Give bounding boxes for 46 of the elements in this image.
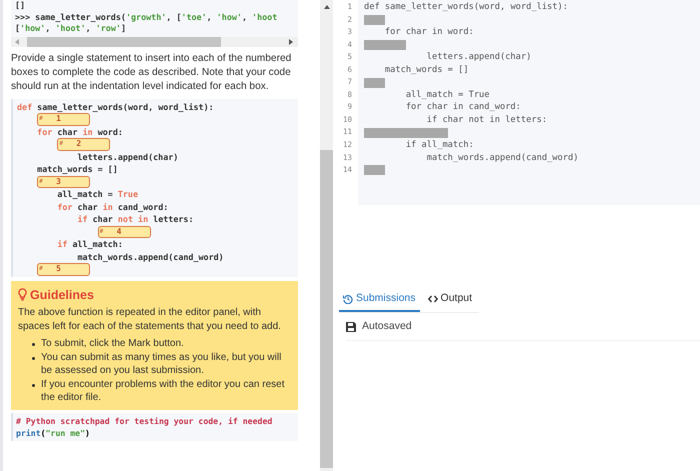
bullet-icon xyxy=(32,343,35,346)
code-line: match_words = [] xyxy=(37,163,118,176)
code-line: ['how', 'hoot', 'row'] xyxy=(15,23,126,34)
code-line: letters.append(char) xyxy=(78,150,178,163)
code-line: if char not in letters: xyxy=(426,114,548,126)
bullet-icon xyxy=(32,384,35,387)
code-line: letters.append(char) xyxy=(426,51,532,64)
blank-line-highlight xyxy=(364,165,385,176)
code-icon xyxy=(428,294,438,303)
lightbulb-icon xyxy=(18,288,27,302)
code-line: all_match = True xyxy=(57,188,138,200)
scroll-up-icon xyxy=(324,5,330,9)
code-line: match_words.append(cand_word) xyxy=(78,250,224,263)
horizontal-scrollbar[interactable] xyxy=(11,36,298,46)
code-line: if char not in letters: xyxy=(78,213,194,226)
code-line: def same_letter_words(word, word_list): xyxy=(17,100,214,113)
code-line: if all_match: xyxy=(57,238,123,250)
tab[interactable]: Submissions xyxy=(339,291,420,312)
code-line: for char in word: xyxy=(384,26,474,39)
guidelines-text: The above function is repeated in the editor panel, with spaces left for each of the statements that you need to add. xyxy=(18,306,282,334)
code-line: all_match = True xyxy=(406,88,490,102)
history-icon xyxy=(343,294,353,304)
tab[interactable]: Output xyxy=(420,291,480,312)
code-line: >>> same_letter_words('growth', ['toe', 'how', 'hoot xyxy=(15,12,278,23)
code-line: def same_letter_words(word, word_list): xyxy=(364,1,568,14)
guideline-item: You can submit as many times as you like, but you will be assessed on you last submission. xyxy=(41,350,282,378)
scroll-left-icon xyxy=(15,38,19,44)
blank-line-highlight xyxy=(364,78,385,88)
instructions-text: Provide a single statement to insert into each of the numbered boxes to complete the code as described. Note that your code should run at the indentation level indicated for each box. xyxy=(11,52,292,94)
code-line: match_words.append(cand_word) xyxy=(426,152,578,164)
guidelines-title: Guidelines xyxy=(30,286,94,304)
code-line: for char in word: xyxy=(37,126,123,138)
code-line: match_words = [] xyxy=(384,64,469,76)
scratchpad-editor[interactable]: # Python scratchpad for testing your code, if needed print("run me") xyxy=(11,412,298,441)
code-line: for char in cand_word: xyxy=(57,200,168,213)
guideline-item: To submit, click the Mark button. xyxy=(41,337,184,351)
scroll-right-icon xyxy=(289,38,293,44)
code-line: for char in cand_word: xyxy=(406,101,521,114)
code-line: [] xyxy=(15,0,26,12)
blank-line-highlight xyxy=(364,40,406,50)
vertical-scrollbar[interactable] xyxy=(320,0,333,471)
autosaved-status: Autosaved xyxy=(362,318,412,334)
bullet-icon xyxy=(32,356,35,360)
guideline-item: If you encounter problems with the editor you can reset the editor file. xyxy=(41,378,286,405)
code-line: if all_match: xyxy=(406,139,474,152)
blank-line-highlight xyxy=(364,14,385,25)
